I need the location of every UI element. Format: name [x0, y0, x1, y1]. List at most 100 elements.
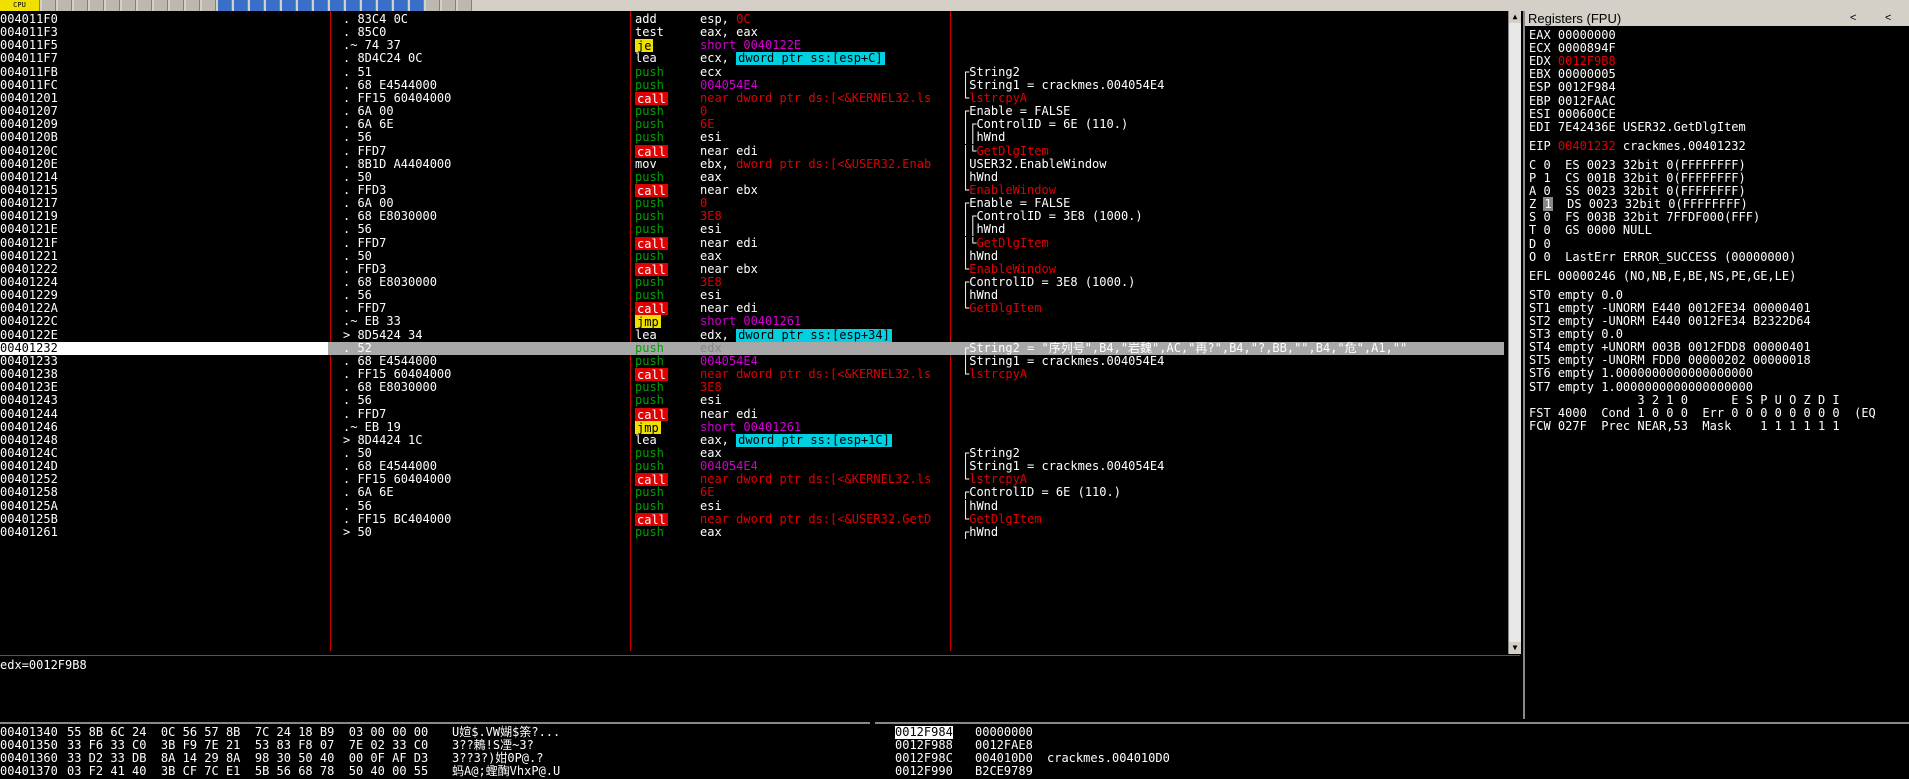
disasm-row[interactable]: 004011F3 . 85C0 test eax, eax	[0, 26, 1504, 39]
toolbar-window-button[interactable]	[410, 0, 424, 11]
disasm-row[interactable]: 00401224 . 68 E8030000 push 3E8 ┌ControlID =…	[0, 276, 1504, 289]
disassembly-pane[interactable]: 004011F0 . 83C4 0C add esp, 0C 004011F3 . 85C…	[0, 11, 1518, 651]
disasm-row[interactable]: 00401243 . 56 push esi	[0, 394, 1504, 407]
disasm-row[interactable]: 0040121F . FFD7 call near edi │└GetDlgItem	[0, 236, 1504, 250]
disasm-row[interactable]: 00401233 . 68 E4544000 push 004054E4 │String…	[0, 355, 1504, 368]
disasm-row[interactable]: 00401207 . 6A 00 push 0 ┌Enable = FALSE	[0, 105, 1504, 118]
register-line[interactable]: FST 4000 Cond 1 0 0 0 Err 0 0 0 0 0 0 0 …	[1529, 406, 1876, 420]
disasm-row[interactable]: 00401232 . 52 push edx ┌String2 = "序列号",B4,"…	[0, 341, 1504, 355]
register-line[interactable]: FCW 027F Prec NEAR,53 Mask 1 1 1 1 1 1	[1529, 419, 1840, 433]
register-line[interactable]: ST7 empty 1.0000000000000000000	[1529, 380, 1753, 394]
toolbar-button[interactable]	[42, 0, 56, 11]
stack-row[interactable]: 0012F990 B2CE9789	[875, 765, 1909, 778]
disasm-row[interactable]: 00401219 . 68 E8030000 push 3E8 │┌ControlID …	[0, 210, 1504, 223]
disasm-row[interactable]: 0040122A . FFD7 call near edi └GetDlgItem	[0, 302, 1504, 316]
toolbar-button[interactable]	[170, 0, 184, 11]
scroll-down-arrow-icon[interactable]: ▼	[1509, 642, 1521, 654]
disasm-row[interactable]: 00401217 . 6A 00 push 0 ┌Enable = FALSE	[0, 197, 1504, 210]
nav-left-icon[interactable]: <	[1850, 11, 1856, 26]
toolbar-button[interactable]	[58, 0, 72, 11]
toolbar-button[interactable]	[426, 0, 440, 11]
registers-header[interactable]: Registers (FPU) < <	[1525, 11, 1909, 26]
register-line[interactable]: C 0 ES 0023 32bit 0(FFFFFFFF)	[1529, 158, 1746, 172]
nav-right-icon[interactable]: <	[1885, 11, 1891, 26]
disasm-row[interactable]: 0040122C .~ EB 33 jmp short 00401261	[0, 315, 1504, 329]
disasm-row[interactable]: 0040120C . FFD7 call near edi │└GetDlgItem	[0, 144, 1504, 158]
disasm-row[interactable]: 00401229 . 56 push esi │hWnd	[0, 289, 1504, 302]
disasm-row[interactable]: 00401258 . 6A 6E push 6E ┌ControlID = 6E (11…	[0, 486, 1504, 499]
toolbar-button[interactable]	[442, 0, 456, 11]
toolbar-button[interactable]	[202, 0, 216, 11]
toolbar-button[interactable]	[106, 0, 120, 11]
disassembly-scrollbar[interactable]: ▲ ▼	[1508, 11, 1521, 654]
toolbar-title[interactable]: CPU	[0, 0, 40, 11]
toolbar-button[interactable]	[138, 0, 152, 11]
disasm-row[interactable]: 00401201 . FF15 60404000 call near dword pt…	[0, 91, 1504, 105]
disasm-row[interactable]: 0040125B . FF15 BC404000 call near dword pt…	[0, 512, 1504, 526]
disasm-row[interactable]: 00401261 > 50 push eax ┌hWnd	[0, 526, 1504, 539]
disasm-row[interactable]: 004011FC . 68 E4544000 push 004054E4 │String…	[0, 79, 1504, 92]
disasm-row[interactable]: 00401214 . 50 push eax │hWnd	[0, 171, 1504, 184]
register-line[interactable]: P 1 CS 001B 32bit 0(FFFFFFFF)	[1529, 172, 1746, 185]
toolbar-window-button[interactable]	[266, 0, 280, 11]
toolbar-button[interactable]	[74, 0, 88, 11]
register-line[interactable]: ST6 empty 1.0000000000000000000	[1529, 367, 1753, 380]
register-line[interactable]: ST4 empty +UNORM 003B 0012FDD8 00000401	[1529, 341, 1811, 354]
stack-pane[interactable]: 0012F984 00000000 0012F988 0012FAE8 0012F98C…	[875, 722, 1909, 779]
disasm-row[interactable]: 0040125A . 56 push esi │hWnd	[0, 500, 1504, 513]
toolbar-window-button[interactable]	[394, 0, 408, 11]
register-line[interactable]: EAX 00000000	[1529, 29, 1616, 42]
register-line[interactable]: EBP 0012FAAC	[1529, 94, 1616, 108]
register-line[interactable]: ECX 0000894F	[1529, 42, 1616, 55]
register-line[interactable]: 3 2 1 0 E S P U O Z D I	[1529, 393, 1839, 407]
disasm-row[interactable]: 004011F0 . 83C4 0C add esp, 0C	[0, 13, 1504, 26]
toolbar-window-button[interactable]	[282, 0, 296, 11]
disasm-row[interactable]: 0040121E . 56 push esi ││hWnd	[0, 223, 1504, 236]
toolbar-window-button[interactable]	[250, 0, 264, 11]
disasm-row[interactable]: 00401209 . 6A 6E push 6E │┌ControlID = 6E (1…	[0, 118, 1504, 131]
register-line[interactable]: EIP 00401232 crackmes.00401232	[1529, 139, 1746, 153]
disasm-row[interactable]: 0040124D . 68 E4544000 push 004054E4 │String…	[0, 460, 1504, 473]
register-line[interactable]: EFL 00000246 (NO,NB,E,BE,NS,PE,GE,LE)	[1529, 269, 1796, 283]
toolbar-window-button[interactable]	[298, 0, 312, 11]
toolbar-window-button[interactable]	[378, 0, 392, 11]
disasm-row[interactable]: 004011F7 . 8D4C24 0C lea ecx, dword ptr ss:…	[0, 52, 1504, 66]
disasm-row[interactable]: 00401248 > 8D4424 1C lea eax, dword ptr ss:…	[0, 433, 1504, 447]
disasm-row[interactable]: 00401238 . FF15 60404000 call near dword pt…	[0, 368, 1504, 382]
toolbar-button[interactable]	[154, 0, 168, 11]
register-line[interactable]: A 0 SS 0023 32bit 0(FFFFFFFF)	[1529, 185, 1746, 198]
toolbar-button[interactable]	[186, 0, 200, 11]
disasm-row[interactable]: 00401222 . FFD3 call near ebx └EnableWindow	[0, 262, 1504, 276]
disasm-row[interactable]: 0040120E . 8B1D A4404000 mov ebx, dword ptr…	[0, 158, 1504, 171]
dump-row[interactable]: 00401370 03 F2 41 40 3B CF 7C E1 5B 56 68…	[0, 765, 870, 778]
register-line[interactable]: ST3 empty 0.0	[1529, 328, 1623, 341]
disasm-row[interactable]: 00401221 . 50 push eax │hWnd	[0, 250, 1504, 263]
register-line[interactable]: O 0 LastErr ERROR_SUCCESS (00000000)	[1529, 250, 1796, 264]
register-line[interactable]: EBX 00000005	[1529, 68, 1616, 81]
register-line[interactable]: D 0	[1529, 237, 1551, 251]
toolbar-window-button[interactable]	[330, 0, 344, 11]
disasm-row[interactable]: 00401252 . FF15 60404000 call near dword pt…	[0, 473, 1504, 487]
toolbar-button[interactable]	[458, 0, 472, 11]
toolbar-window-button[interactable]	[314, 0, 328, 11]
toolbar-button[interactable]	[90, 0, 104, 11]
disasm-row[interactable]: 00401215 . FFD3 call near ebx └EnableWindow	[0, 183, 1504, 197]
toolbar-window-button[interactable]	[362, 0, 376, 11]
disasm-row[interactable]: 004011FB . 51 push ecx ┌String2	[0, 66, 1504, 79]
toolbar-window-button[interactable]	[234, 0, 248, 11]
register-line[interactable]: Z 1 DS 0023 32bit 0(FFFFFFFF)	[1529, 197, 1748, 212]
disasm-row[interactable]: 0040124C . 50 push eax ┌String2	[0, 447, 1504, 460]
register-line[interactable]: EDX 0012F9B8	[1529, 55, 1616, 68]
disasm-row[interactable]: 0040123E . 68 E8030000 push 3E8	[0, 381, 1504, 394]
disasm-row[interactable]: 00401246 .~ EB 19 jmp short 00401261	[0, 420, 1504, 434]
memory-dump-pane[interactable]: 00401340 55 8B 6C 24 0C 56 57 8B 7C 24 18…	[0, 722, 870, 779]
register-line[interactable]: EDI 7E42436E USER32.GetDlgItem	[1529, 120, 1746, 134]
register-line[interactable]: T 0 GS 0000 NULL	[1529, 224, 1652, 237]
disasm-row[interactable]: 00401244 . FFD7 call near edi	[0, 407, 1504, 421]
toolbar-window-button[interactable]	[218, 0, 232, 11]
register-line[interactable]: ST5 empty -UNORM FDD0 00000202 00000018	[1529, 354, 1811, 367]
toolbar-button[interactable]	[122, 0, 136, 11]
disasm-row[interactable]: 0040120B . 56 push esi ││hWnd	[0, 131, 1504, 144]
register-line[interactable]: ST2 empty -UNORM E440 0012FE34 B2322D64	[1529, 315, 1811, 328]
disasm-row[interactable]: 0040122E > 8D5424 34 lea edx, dword ptr ss:…	[0, 328, 1504, 342]
